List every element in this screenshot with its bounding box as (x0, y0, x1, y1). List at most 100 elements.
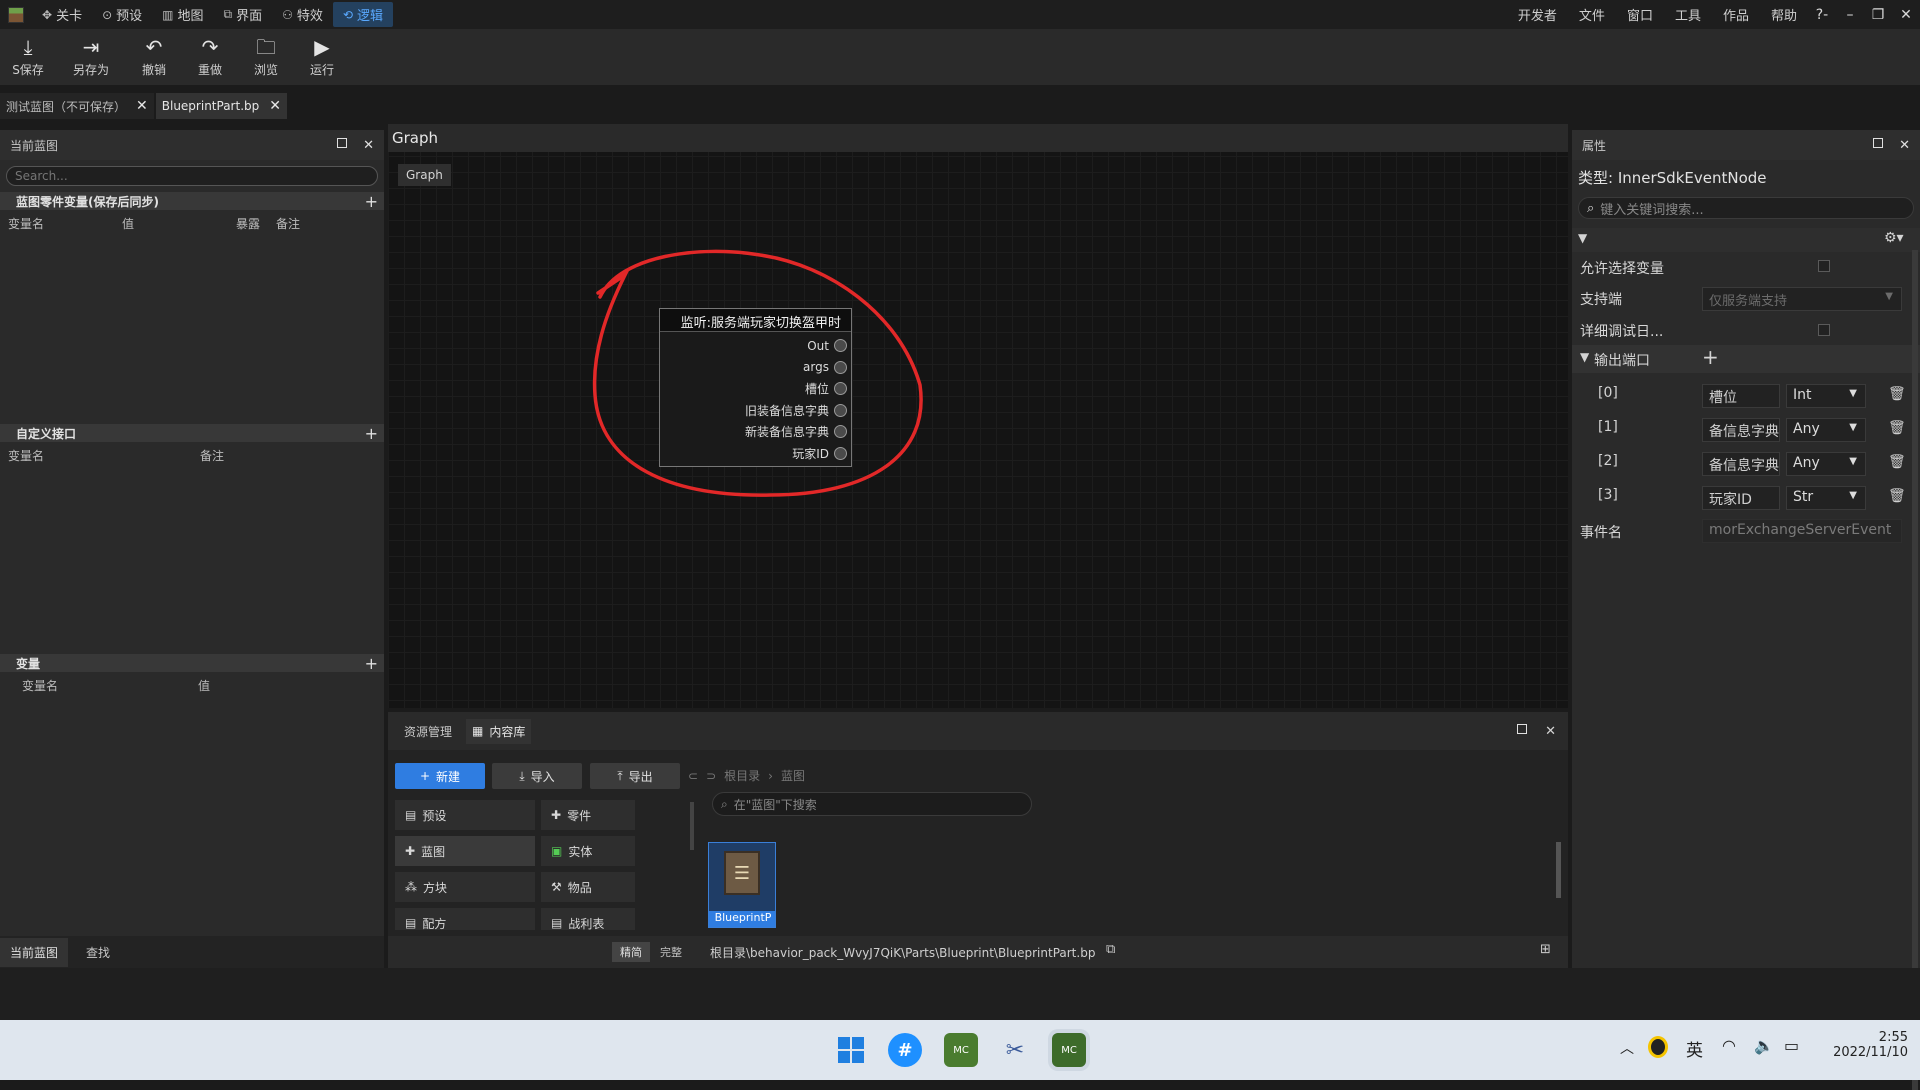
battery-icon[interactable]: ▭ (1784, 1036, 1799, 1055)
save-as-button[interactable]: ⇥ 另存为 (56, 29, 126, 85)
clock[interactable]: 2:55 2022/11/10 (1818, 1030, 1908, 1060)
browse-button[interactable]: 🗀 浏览 (238, 29, 294, 85)
minecraft-editor-icon[interactable]: MC (1052, 1033, 1086, 1067)
category-item[interactable]: ⚒ 物品 (541, 872, 635, 902)
collapse-triangle-icon[interactable]: ▼ (1578, 231, 1587, 245)
asset-scrollbar[interactable] (1556, 842, 1561, 898)
undo-button[interactable]: ↶ 撤销 (126, 29, 182, 85)
close-tab-icon[interactable]: ✕ (269, 98, 281, 114)
menu-preset[interactable]: ⊙ 预设 (92, 2, 152, 27)
menu-tools[interactable]: 工具 (1664, 5, 1712, 24)
minecraft-launcher-icon[interactable]: MC (944, 1033, 978, 1067)
props-group-header[interactable]: ▼ ⚙▾ (1572, 228, 1920, 252)
add-port-icon[interactable]: + (1702, 345, 1719, 369)
output-ports-header[interactable]: ▼ 输出端口 + (1572, 345, 1920, 373)
wifi-icon[interactable]: ◠ (1722, 1036, 1736, 1055)
doc-tab-test-blueprint[interactable]: 测试蓝图（不可保存） ✕ (0, 93, 154, 119)
mode-compact-button[interactable]: 精简 (612, 942, 650, 962)
add-icon[interactable]: + (365, 424, 378, 443)
category-entity[interactable]: ▣ 实体 (541, 836, 635, 866)
run-button[interactable]: ▶ 运行 (294, 29, 350, 85)
event-node[interactable]: 监听:服务端玩家切换盔甲时 Out args 槽位 旧装备信息字典 新装备信息字… (659, 308, 852, 467)
add-icon[interactable]: + (365, 654, 378, 673)
trash-icon[interactable]: 🗑 (1888, 454, 1906, 470)
close-tab-icon[interactable]: ✕ (136, 98, 148, 114)
port-pin-icon[interactable] (834, 382, 847, 396)
menu-works[interactable]: 作品 (1712, 5, 1760, 24)
tab-resource-manager[interactable]: 资源管理 (398, 719, 458, 744)
trash-icon[interactable]: 🗑 (1888, 420, 1906, 436)
port-type-select[interactable]: Any ▼ (1786, 418, 1866, 442)
windows-start-icon[interactable] (834, 1033, 868, 1067)
port-type-select[interactable]: Any ▼ (1786, 452, 1866, 476)
trash-icon[interactable]: 🗑 (1888, 488, 1906, 504)
export-button[interactable]: ⤒ 导出 (590, 763, 680, 789)
graph-breadcrumb[interactable]: Graph (398, 164, 451, 186)
add-icon[interactable]: + (365, 192, 378, 211)
category-part[interactable]: ✚ 零件 (541, 800, 635, 830)
tab-find[interactable]: 查找 (68, 938, 128, 967)
menu-map[interactable]: ▥ 地图 (152, 2, 213, 27)
detailed-debug-checkbox[interactable] (1818, 324, 1830, 336)
category-preset[interactable]: ▤ 预设 (395, 800, 535, 830)
port-new-equipment[interactable]: 新装备信息字典 (660, 421, 851, 443)
menu-developer[interactable]: 开发者 (1507, 5, 1568, 24)
port-name-field[interactable]: 槽位 (1702, 384, 1780, 408)
close-panel-icon[interactable]: ✕ (1545, 724, 1556, 739)
back-icon[interactable]: ⊂ (688, 769, 698, 783)
minimize-icon[interactable]: – (1836, 7, 1864, 23)
props-scrollbar[interactable] (1912, 250, 1918, 1090)
port-pin-icon[interactable] (834, 446, 847, 460)
allow-select-var-checkbox[interactable] (1818, 260, 1830, 272)
port-out[interactable]: Out (660, 335, 851, 357)
ime-indicator[interactable]: 英 (1686, 1036, 1703, 1061)
tray-chevron-up-icon[interactable]: ︿ (1620, 1038, 1634, 1058)
port-type-select[interactable]: Int ▼ (1786, 384, 1866, 408)
help-question-icon[interactable]: ?- (1808, 7, 1836, 23)
gear-icon[interactable]: ⚙▾ (1884, 230, 1904, 246)
doc-tab-blueprint-part[interactable]: BlueprintPart.bp ✕ (155, 93, 287, 119)
port-name-field[interactable]: 玩家ID (1702, 486, 1780, 510)
port-slot[interactable]: 槽位 (660, 378, 851, 400)
menu-window[interactable]: 窗口 (1616, 5, 1664, 24)
port-type-select[interactable]: Str ▼ (1786, 486, 1866, 510)
port-pin-icon[interactable] (834, 360, 847, 374)
port-pin-icon[interactable] (834, 425, 847, 439)
category-blueprint[interactable]: ✚ 蓝图 (395, 836, 535, 866)
menu-ui[interactable]: ⧉ 界面 (214, 2, 273, 27)
save-button[interactable]: ⤓ S保存 (0, 29, 56, 85)
tab-current-blueprint[interactable]: 当前蓝图 (0, 937, 69, 967)
view-grid-icon[interactable]: ⊞ (1540, 942, 1551, 957)
qq-icon[interactable] (1648, 1036, 1668, 1058)
menu-logic[interactable]: ⟲ 逻辑 (332, 2, 393, 27)
import-button[interactable]: ⤓ 导入 (492, 763, 582, 789)
snipping-tool-icon[interactable]: ✂ (998, 1033, 1032, 1067)
new-button[interactable]: + 新建 (395, 763, 485, 789)
redo-button[interactable]: ↷ 重做 (182, 29, 238, 85)
category-loot[interactable]: ▤ 战利表 (541, 908, 635, 930)
port-pin-icon[interactable] (834, 339, 847, 353)
graph-canvas[interactable] (388, 124, 1568, 708)
port-player-id[interactable]: 玩家ID (660, 443, 851, 465)
port-args[interactable]: args (660, 357, 851, 379)
port-name-field[interactable]: 备信息字典 (1702, 452, 1780, 476)
forward-icon[interactable]: ⊃ (706, 769, 716, 783)
maximize-panel-icon[interactable] (337, 137, 348, 148)
port-old-equipment[interactable]: 旧装备信息字典 (660, 400, 851, 422)
search-input[interactable] (6, 166, 378, 186)
collapse-triangle-icon[interactable]: ▼ (1580, 350, 1589, 364)
asset-blueprint-file[interactable]: ☰ BlueprintP (708, 842, 776, 928)
close-panel-icon[interactable]: ✕ (1899, 138, 1910, 153)
props-search[interactable]: ⌕ 键入关键词搜索... (1578, 197, 1914, 219)
trash-icon[interactable]: 🗑 (1888, 386, 1906, 402)
tab-content-library[interactable]: ▦ 内容库 (466, 718, 532, 744)
category-recipe[interactable]: ▤ 配方 (395, 908, 535, 930)
volume-muted-icon[interactable]: 🔈 (1754, 1036, 1774, 1055)
category-block[interactable]: ⁂ 方块 (395, 872, 535, 902)
maximize-panel-icon[interactable] (1873, 137, 1884, 148)
port-pin-icon[interactable] (834, 403, 847, 417)
chat-app-icon[interactable]: # (888, 1033, 922, 1067)
restore-icon[interactable]: ❐ (1864, 7, 1892, 23)
category-scrollbar[interactable] (690, 802, 694, 850)
maximize-panel-icon[interactable] (1517, 723, 1528, 734)
